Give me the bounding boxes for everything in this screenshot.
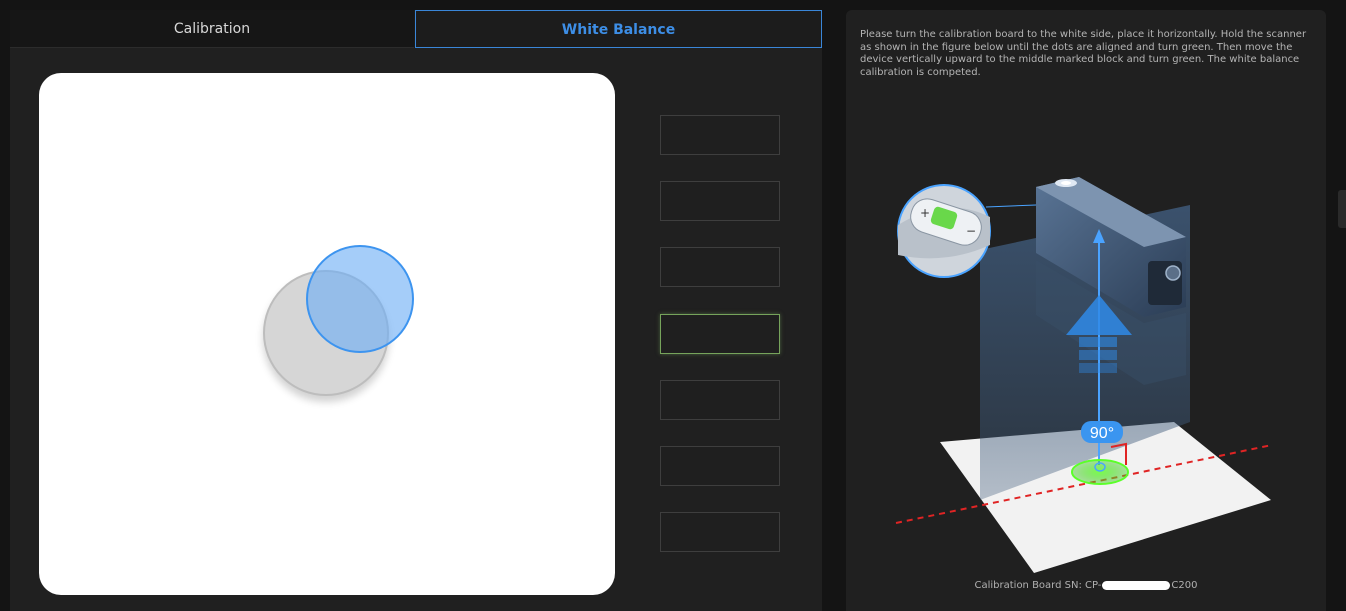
tab-bar: Calibration White Balance <box>10 10 822 48</box>
calibration-panel: Calibration White Balance <box>10 10 822 611</box>
svg-text:+: + <box>920 206 930 220</box>
svg-text:−: − <box>966 224 976 238</box>
instruction-text: Please turn the calibration board to the… <box>860 29 1307 78</box>
tab-white-balance[interactable]: White Balance <box>415 10 822 48</box>
side-handle[interactable] <box>1338 190 1346 228</box>
height-progress-block <box>660 115 780 155</box>
height-progress-block <box>660 247 780 287</box>
scanner-live-view <box>39 73 615 595</box>
height-progress-block <box>660 446 780 486</box>
height-progress-block-active <box>660 314 780 354</box>
sn-redaction <box>1102 580 1171 590</box>
tab-calibration[interactable]: Calibration <box>10 10 414 48</box>
scanner-position-circle <box>306 245 414 353</box>
angle-label: 90° <box>1090 425 1114 442</box>
height-progress-block <box>660 512 780 552</box>
sn-label: Calibration Board SN: CP- <box>974 580 1102 591</box>
white-balance-illustration: 90° + − <box>895 177 1273 573</box>
calibration-board-sn: Calibration Board SN: CP- C200 <box>846 580 1326 591</box>
height-progress-block <box>660 380 780 420</box>
height-progress-block <box>660 181 780 221</box>
sn-suffix: C200 <box>1171 580 1198 591</box>
instruction-panel: Please turn the calibration board to the… <box>846 10 1326 611</box>
